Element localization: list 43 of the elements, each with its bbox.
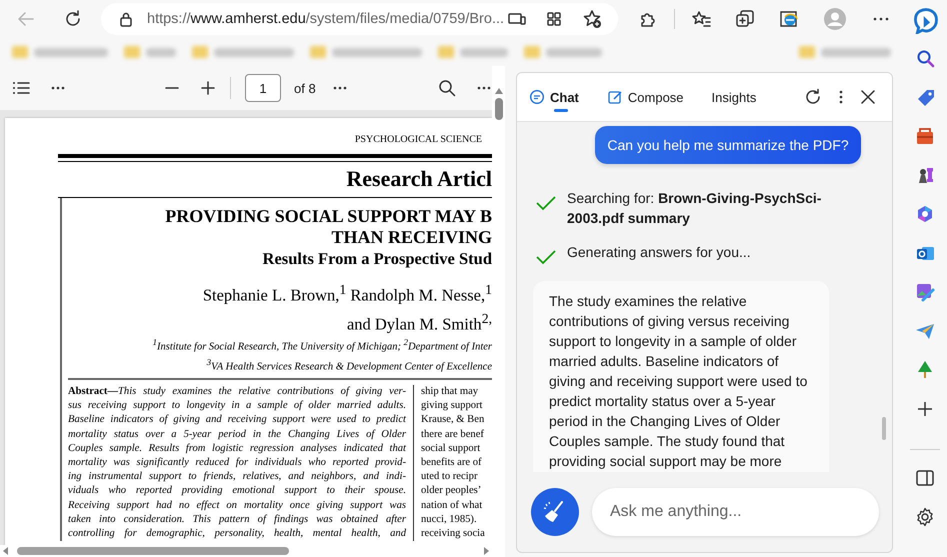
body-text: ship that may giving support Krause, & Ben there are benef social support benefits are of uted to recipr older peoples’ nation of what nucci, 1985). receiving socia [413,385,485,542]
address-bar[interactable]: https://www.amherst.edu/system/files/media/0759/Bro... [101,3,618,35]
image-edit-icon[interactable] [914,281,936,303]
page-number-field[interactable]: 1 [245,74,281,102]
lock-icon [119,11,133,27]
status-text: Generating answers for you... [567,243,752,262]
affiliation-text: $^{1}$Institute for Social Research, The University of Michigan; $^{2}$Department of Inter [152,336,492,354]
status-text: Searching for: Brown-Giving-PsychSci-2003.pdf summary [567,189,822,228]
article-title: PROVIDING SOCIAL SUPPORT MAY B [164,206,492,227]
horizontal-scrollbar[interactable] [0,545,492,557]
answer-message: The study examines the relative contributions of giving versus receiving support to longevity in a sample of older married adults. Baseline indicators of giving and receiving support were used to predict mortality status over a 5-year period in the Changing Lives of Older Couples sample. The study found that providing social support may be more [533,281,829,472]
search-icon[interactable] [438,79,456,97]
zoom-in-icon[interactable] [200,80,216,96]
article-title: THAN RECEIVING [330,227,492,248]
author-names: and Dylan M. Smith$^{2,}$ [346,310,492,335]
contents-list-icon[interactable] [12,80,30,96]
page-count: of 8 [294,80,316,96]
message-input-field[interactable]: Ask me anything... [592,488,879,536]
collections-icon[interactable] [735,9,755,29]
new-topic-button[interactable] [531,488,579,536]
refresh-icon[interactable] [804,88,822,106]
device-icon[interactable] [508,11,526,27]
favorites-icon[interactable] [691,9,711,29]
section-heading: Research Articl [345,166,492,192]
close-icon[interactable] [860,89,876,105]
affiliation-text: $^{3}$VA Health Services Research & Development Center of Excellence [206,356,492,374]
chat-icon [529,89,545,105]
chat-tab[interactable]: Compose [606,73,684,121]
app-grid-icon[interactable] [546,11,562,27]
chat-scrollbar[interactable] [882,417,886,440]
author-names: Stephanie L. Brown,$^{1}$ Randolph M. Nesse,$^{1}$ [202,281,492,306]
settings-icon[interactable] [914,506,936,528]
chat-tab[interactable]: Insights [712,73,756,121]
abstract-paragraph: Abstract—This study examines the relative contributions of giving ver- sus receiving support to longevity in a sample of older married adults. Baseline indicators of giving and receiving support were used to predict mortality status over a 5-year period in the Changing Lives of Older Couples sample. Results from logistic regression analyses indicated that mortality was significantly reduced for individuals who reported provid- ing instrumental support to friends, relatives, and neighbors, and indi- viduals who reported providing emotional support to their spouse. Receiving support had no effect on mortality once giving support was taken into consideration. This pattern of findings was obtained after controlling for demographic, personality, health, mental health, and [68,385,406,542]
user-message: Can you help me summarize the PDF? [595,126,861,164]
briefcase-icon[interactable] [914,125,936,147]
compose-icon [606,89,623,105]
url-text: https://www.amherst.edu/system/files/media/0759/Bro... [147,11,504,27]
article-subtitle: Results From a Prospective Stud [262,248,492,270]
chat-tab[interactable]: Chat [529,73,579,121]
journal-name: PSYCHOLOGICAL SCIENCE [354,134,483,145]
more-icon[interactable] [838,89,844,105]
add-favorite-icon[interactable] [582,9,602,29]
